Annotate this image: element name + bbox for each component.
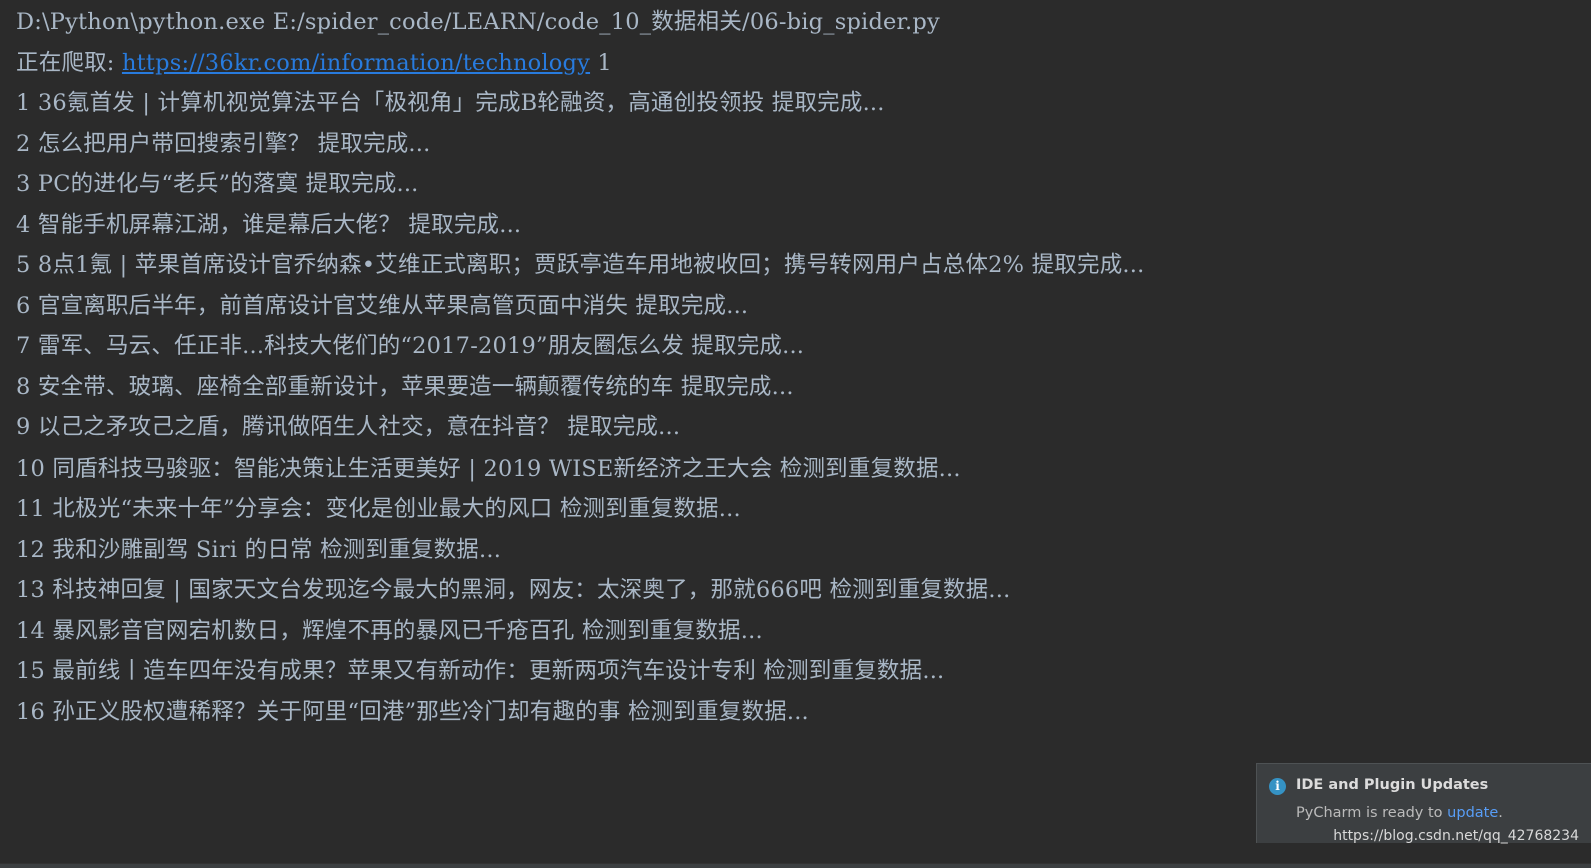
info-icon: i: [1269, 778, 1286, 795]
output-line: 1 36氪首发 | 计算机视觉算法平台「极视角」完成B轮融资，高通创投领投 提取…: [16, 90, 885, 116]
update-link[interactable]: update: [1447, 805, 1498, 821]
output-line: 8 安全带、玻璃、座椅全部重新设计，苹果要造一辆颠覆传统的车 提取完成...: [16, 374, 794, 400]
output-line: 6 官宣离职后半年，前首席设计官艾维从苹果高管页面中消失 提取完成...: [16, 293, 749, 319]
output-line: 14 暴风影音官网宕机数日，辉煌不再的暴风已千疮百孔 检测到重复数据...: [16, 618, 763, 644]
crawling-page-number: 1: [590, 50, 612, 76]
output-line: 4 智能手机屏幕江湖，谁是幕后大佬？ 提取完成...: [16, 212, 522, 238]
output-line: 5 8点1氪 | 苹果首席设计官乔纳森•艾维正式离职；贾跃亭造车用地被收回；携号…: [16, 252, 1145, 278]
notification-title: IDE and Plugin Updates: [1296, 777, 1489, 793]
output-line: 11 北极光“未来十年”分享会：变化是创业最大的风口 检测到重复数据...: [16, 496, 741, 522]
output-line: 7 雷军、马云、任正非...科技大佬们的“2017-2019”朋友圈怎么发 提取…: [16, 333, 805, 359]
output-line: 15 最前线丨造车四年没有成果？苹果又有新动作：更新两项汽车设计专利 检测到重复…: [16, 658, 945, 684]
command-line: D:\Python\python.exe E:/spider_code/LEAR…: [16, 9, 940, 35]
output-line: 12 我和沙雕副驾 Siri 的日常 检测到重复数据...: [16, 537, 502, 563]
notification-body: PyCharm is ready to update.: [1296, 805, 1503, 821]
output-line: 2 怎么把用户带回搜索引擎？ 提取完成...: [16, 131, 431, 157]
output-line: 16 孙正义股权遭稀释？关于阿里“回港”那些冷门却有趣的事 检测到重复数据...: [16, 699, 809, 725]
notification-body-prefix: PyCharm is ready to: [1296, 805, 1448, 821]
bottom-border: [0, 863, 1591, 868]
run-console[interactable]: D:\Python\python.exe E:/spider_code/LEAR…: [0, 0, 1591, 868]
crawling-status-line: 正在爬取: https://36kr.com/information/techn…: [16, 45, 612, 81]
notification-body-suffix: .: [1498, 805, 1503, 821]
crawling-prefix: 正在爬取:: [16, 50, 122, 76]
output-line: 10 同盾科技马骏驱：智能决策让生活更美好 | 2019 WISE新经济之王大会…: [16, 456, 961, 482]
output-line: 9 以己之矛攻己之盾，腾讯做陌生人社交，意在抖音？ 提取完成...: [16, 414, 681, 440]
crawling-url-link[interactable]: https://36kr.com/information/technology: [122, 50, 590, 76]
output-line: 3 PC的进化与“老兵”的落寞 提取完成...: [16, 171, 419, 197]
watermark: https://blog.csdn.net/qq_42768234: [1333, 828, 1579, 844]
output-line: 13 科技神回复 | 国家天文台发现迄今最大的黑洞，网友：太深奥了，那就666吧…: [16, 577, 1011, 603]
